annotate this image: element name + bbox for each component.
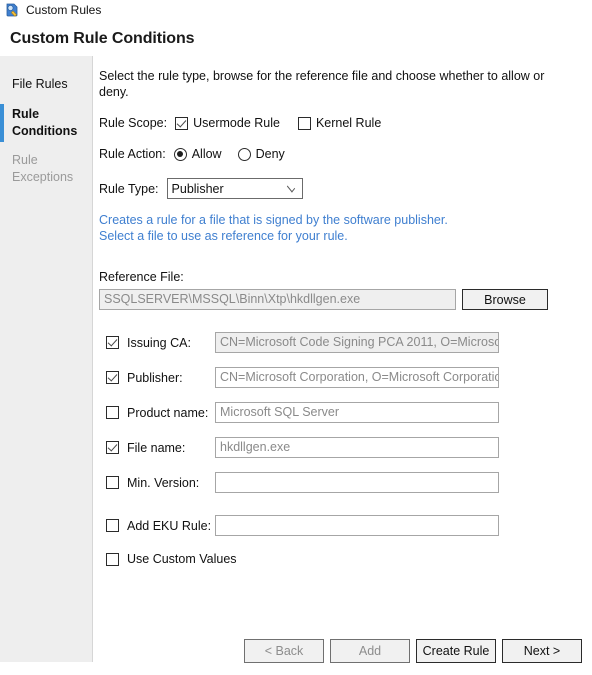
publisher-checkbox[interactable]	[106, 371, 119, 384]
radio-label: Allow	[191, 147, 222, 161]
page-body: File Rules Rule Conditions Rule Exceptio…	[0, 56, 592, 662]
wizard-sidebar: File Rules Rule Conditions Rule Exceptio…	[0, 56, 93, 662]
product-name-input[interactable]: Microsoft SQL Server	[215, 402, 499, 423]
publisher-label: Publisher:	[127, 370, 183, 385]
checkbox-box	[297, 116, 311, 130]
sidebar-item-rule-exceptions: Rule Exceptions	[0, 146, 92, 192]
helper-line-1: Creates a rule for a file that is signed…	[99, 213, 448, 227]
rule-type-value: Publisher	[171, 181, 224, 196]
rule-scope-label: Rule Scope:	[99, 116, 168, 130]
publisher-input[interactable]: CN=Microsoft Corporation, O=Microsoft Co…	[215, 367, 499, 388]
usermode-rule-checkbox[interactable]: Usermode Rule	[175, 116, 280, 130]
condition-row-min-version: Min. Version:	[99, 472, 580, 493]
radio-circle	[237, 147, 251, 161]
rule-scope-row: Rule Scope: Usermode Rule Kernel Rule	[99, 116, 580, 130]
add-eku-rule-input[interactable]	[215, 515, 499, 536]
add-eku-rule-label: Add EKU Rule:	[127, 518, 212, 533]
issuing-ca-label: Issuing CA:	[127, 335, 191, 350]
checkbox-label: Usermode Rule	[193, 116, 280, 130]
radio-label: Deny	[255, 147, 285, 161]
issuing-ca-input[interactable]: CN=Microsoft Code Signing PCA 2011, O=Mi…	[215, 332, 499, 353]
window-title: Custom Rules	[26, 3, 102, 17]
condition-row-file-name: File name: hkdllgen.exe	[99, 437, 580, 458]
next-button[interactable]: Next >	[502, 638, 582, 663]
shield-certificate-icon	[4, 2, 20, 18]
page-header: Custom Rule Conditions	[0, 20, 592, 56]
intro-text: Select the rule type, browse for the ref…	[99, 69, 545, 99]
browse-button[interactable]: Browse	[462, 289, 548, 310]
condition-row-publisher: Publisher: CN=Microsoft Corporation, O=M…	[99, 367, 580, 388]
use-custom-values-row: Use Custom Values	[99, 552, 580, 566]
selection-indicator	[0, 104, 4, 142]
reference-file-label: Reference File:	[99, 270, 184, 284]
rule-action-label: Rule Action:	[99, 147, 166, 161]
product-name-label: Product name:	[127, 405, 209, 420]
content-panel: Select the rule type, browse for the ref…	[93, 56, 592, 662]
add-button[interactable]: Add	[330, 638, 410, 663]
reference-file-row: SSQLSERVER\MSSQL\Binn\Xtp\hkdllgen.exe B…	[99, 289, 580, 310]
sidebar-item-label: File Rules	[12, 77, 68, 91]
reference-file-input[interactable]: SSQLSERVER\MSSQL\Binn\Xtp\hkdllgen.exe	[99, 289, 456, 310]
rule-action-row: Rule Action: Allow Deny	[99, 147, 580, 161]
window-titlebar: Custom Rules	[0, 0, 592, 20]
helper-line-2: Select a file to use as reference for yo…	[99, 229, 348, 243]
kernel-rule-checkbox[interactable]: Kernel Rule	[297, 116, 382, 130]
sidebar-item-label: Rule Conditions	[12, 107, 78, 138]
chevron-down-icon	[286, 182, 295, 193]
rule-type-label: Rule Type:	[99, 181, 159, 196]
create-rule-button[interactable]: Create Rule	[416, 638, 496, 663]
file-name-input[interactable]: hkdllgen.exe	[215, 437, 499, 458]
wizard-footer: < Back Add Create Rule Next >	[0, 626, 592, 675]
page-title: Custom Rule Conditions	[10, 30, 195, 47]
use-custom-values-label: Use Custom Values	[127, 552, 237, 566]
checkbox-label: Kernel Rule	[315, 116, 382, 130]
deny-radio[interactable]: Deny	[237, 147, 285, 161]
rule-type-helper-text: Creates a rule for a file that is signed…	[99, 212, 580, 244]
condition-row-issuing-ca: Issuing CA: CN=Microsoft Code Signing PC…	[99, 332, 580, 353]
conditions-list: Issuing CA: CN=Microsoft Code Signing PC…	[99, 332, 580, 493]
min-version-checkbox[interactable]	[106, 476, 119, 489]
product-name-checkbox[interactable]	[106, 406, 119, 419]
add-eku-rule-checkbox[interactable]	[106, 519, 119, 532]
back-button[interactable]: < Back	[244, 638, 324, 663]
rule-type-select[interactable]: Publisher	[166, 178, 303, 199]
sidebar-item-file-rules[interactable]: File Rules	[0, 70, 92, 100]
condition-row-product-name: Product name: Microsoft SQL Server	[99, 402, 580, 423]
use-custom-values-checkbox[interactable]	[106, 552, 119, 566]
sidebar-item-rule-conditions[interactable]: Rule Conditions	[0, 100, 92, 146]
checkbox-box	[175, 116, 189, 130]
allow-radio[interactable]: Allow	[173, 147, 222, 161]
sidebar-item-label: Rule Exceptions	[12, 153, 74, 184]
issuing-ca-checkbox[interactable]	[106, 336, 119, 349]
rule-type-row: Rule Type: Publisher	[99, 178, 580, 199]
min-version-input[interactable]	[215, 472, 499, 493]
eku-rule-row: Add EKU Rule:	[99, 515, 580, 536]
file-name-checkbox[interactable]	[106, 441, 119, 454]
min-version-label: Min. Version:	[127, 475, 200, 490]
file-name-label: File name:	[127, 440, 186, 455]
radio-circle	[173, 147, 187, 161]
